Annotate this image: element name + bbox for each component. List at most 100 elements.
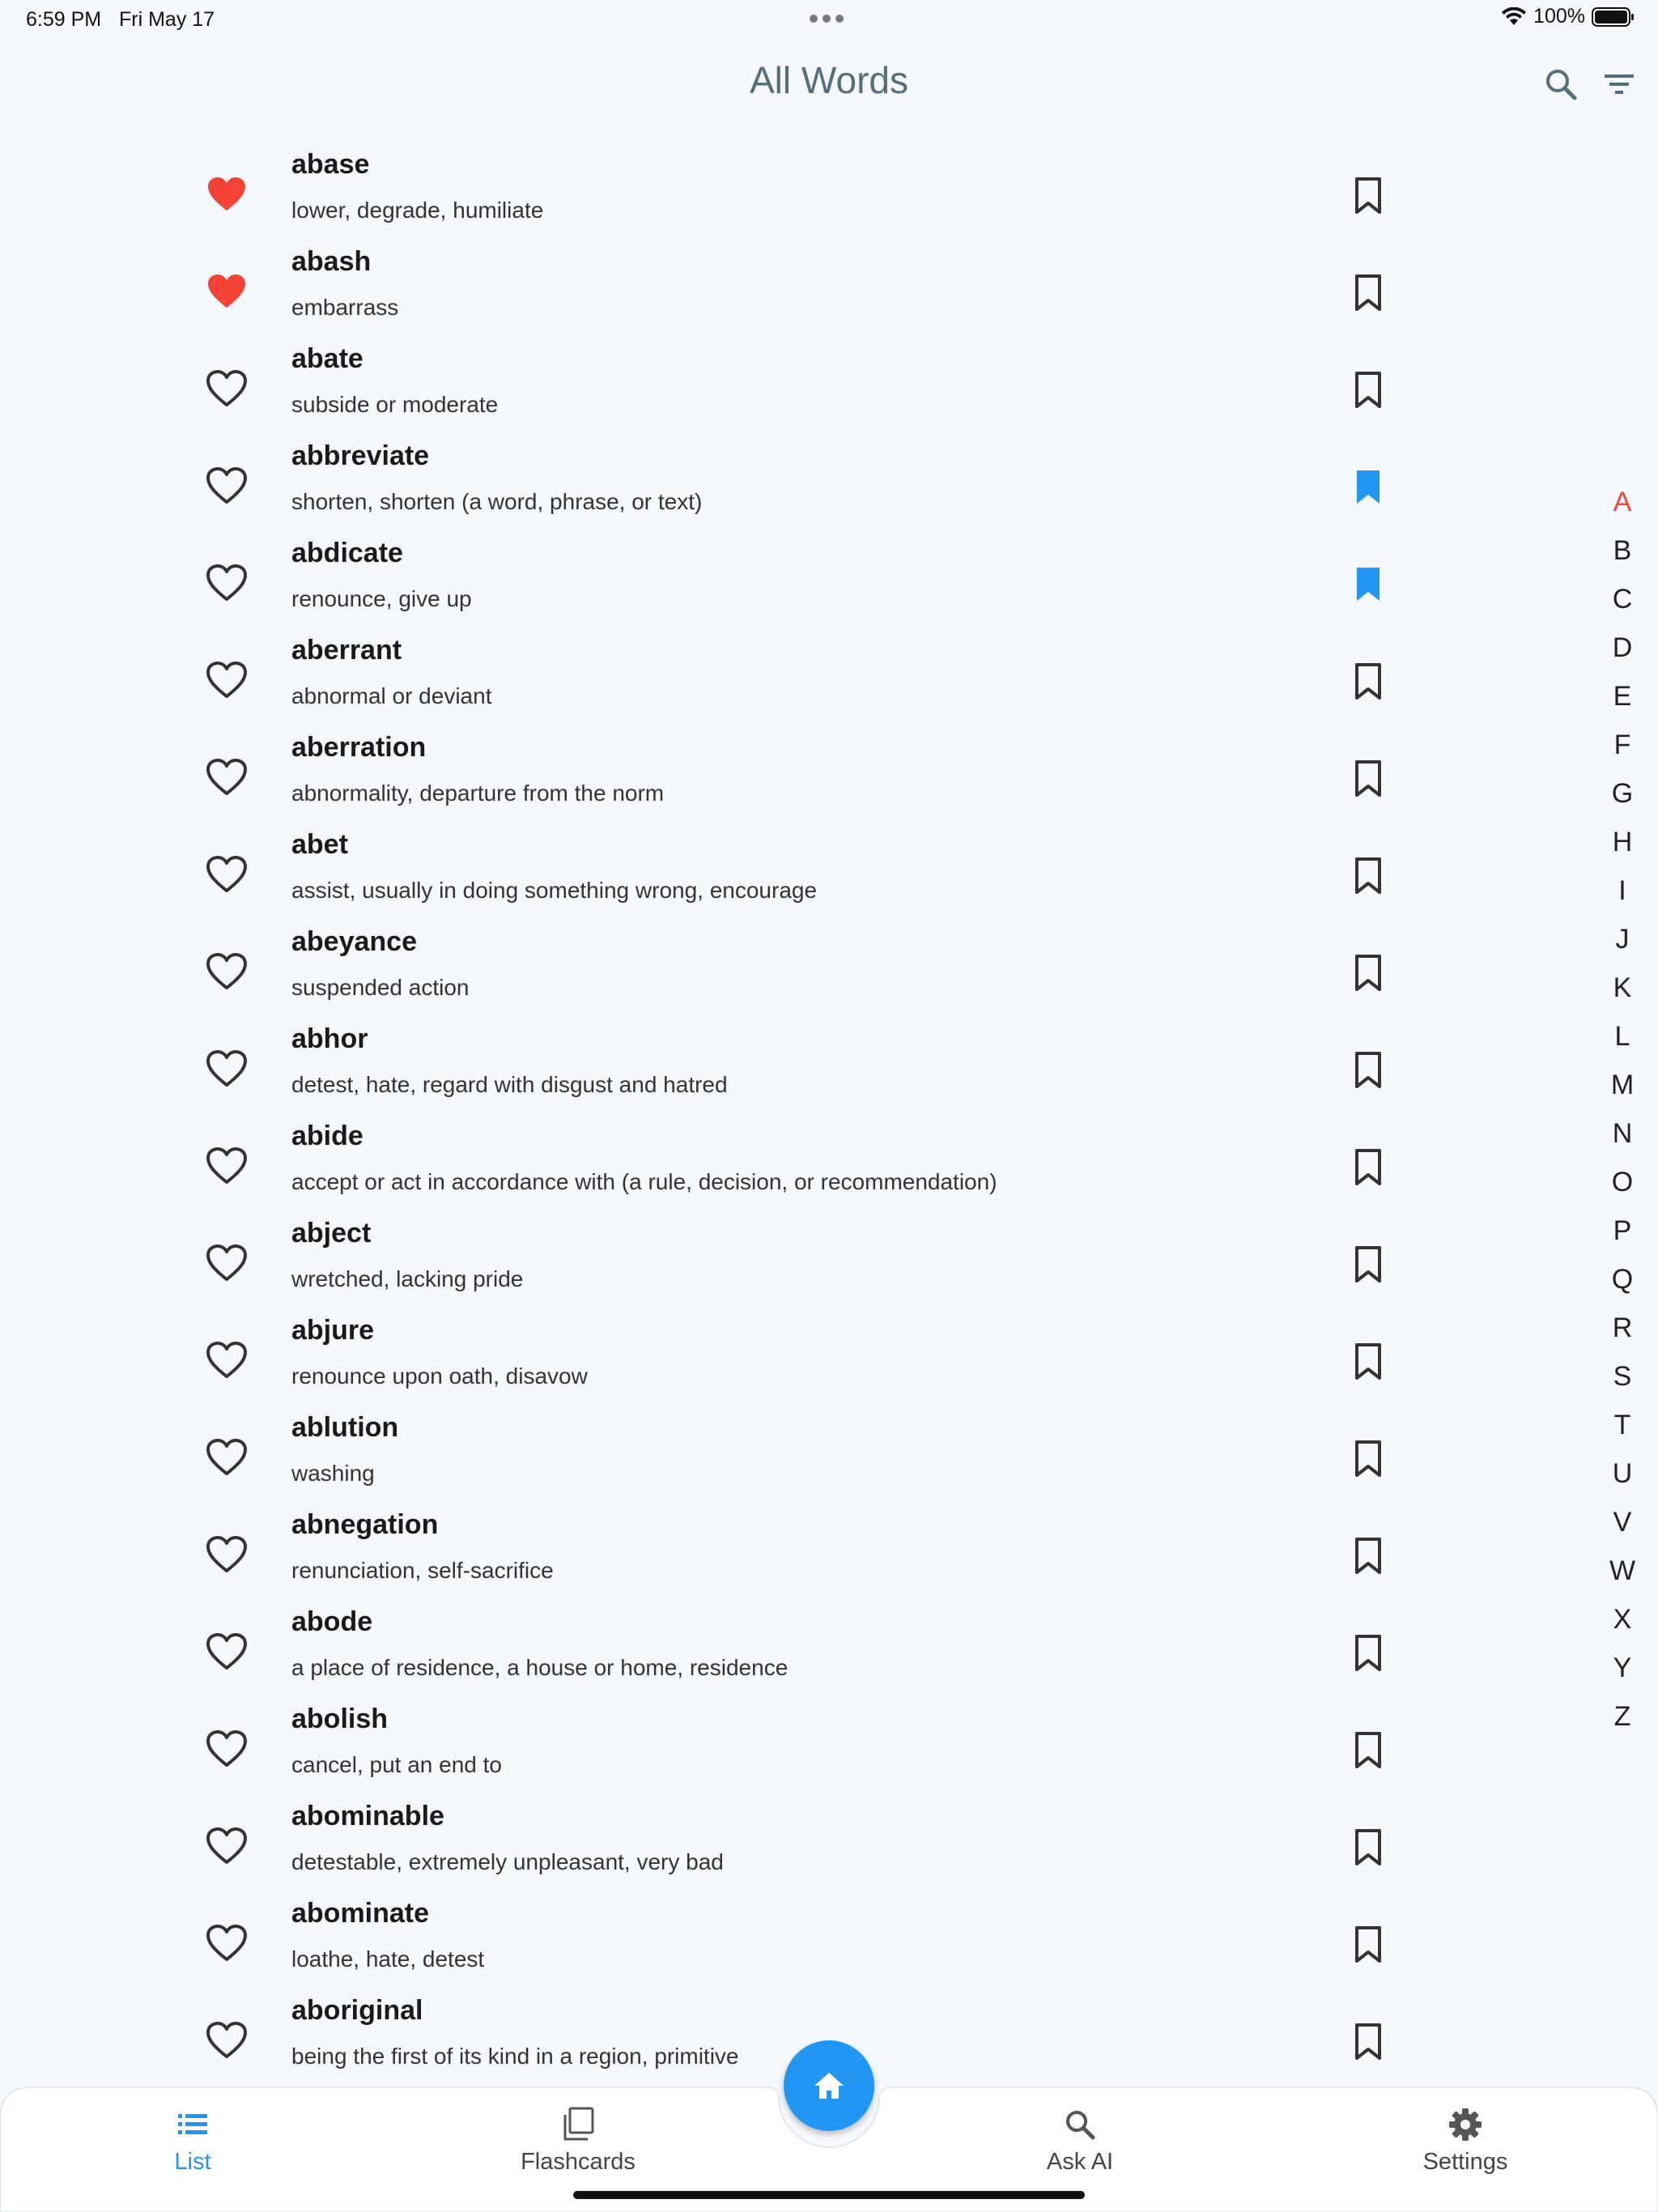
heart-icon[interactable]	[206, 1049, 248, 1088]
list-item[interactable]: abnegation renunciation, self-sacrifice	[0, 1506, 1658, 1603]
word-title: abject	[291, 1218, 372, 1249]
alphabet-letter-y[interactable]: Y	[1603, 1648, 1642, 1697]
bookmark-icon[interactable]	[1352, 1925, 1384, 1964]
bookmark-icon[interactable]	[1352, 1634, 1384, 1673]
bookmark-icon[interactable]	[1352, 1731, 1384, 1770]
alphabet-letter-i[interactable]: I	[1603, 871, 1642, 920]
list-item[interactable]: abeyance suspended action	[0, 923, 1658, 1020]
bookmark-icon[interactable]	[1352, 2023, 1384, 2061]
bookmark-icon[interactable]	[1352, 371, 1384, 410]
alphabet-letter-j[interactable]: J	[1603, 920, 1642, 968]
word-definition: renunciation, self-sacrifice	[291, 1558, 554, 1583]
bookmark-icon[interactable]	[1352, 662, 1384, 701]
heart-icon[interactable]	[206, 1827, 248, 1865]
list-item[interactable]: abet assist, usually in doing something …	[0, 826, 1658, 923]
alphabet-letter-a[interactable]: A	[1603, 483, 1642, 531]
filter-icon[interactable]	[1600, 65, 1639, 104]
word-definition: a place of residence, a house or home, r…	[291, 1655, 789, 1680]
bookmark-icon[interactable]	[1352, 1051, 1384, 1090]
alphabet-letter-m[interactable]: M	[1603, 1066, 1642, 1114]
heart-icon[interactable]	[206, 564, 248, 602]
nav-flashcards[interactable]: Flashcards	[497, 2105, 659, 2176]
alphabet-letter-x[interactable]: X	[1603, 1600, 1642, 1648]
bookmark-icon[interactable]	[1352, 1440, 1384, 1478]
alphabet-letter-k[interactable]: K	[1603, 968, 1642, 1017]
alphabet-letter-b[interactable]: B	[1603, 531, 1642, 580]
bookmark-icon[interactable]	[1352, 1537, 1384, 1576]
alphabet-letter-h[interactable]: H	[1603, 823, 1642, 871]
word-title: abode	[291, 1606, 373, 1637]
list-item[interactable]: abash embarrass	[0, 243, 1658, 340]
alphabet-letter-d[interactable]: D	[1603, 628, 1642, 677]
heart-icon[interactable]	[206, 1729, 248, 1768]
heart-icon[interactable]	[206, 1632, 248, 1671]
search-icon[interactable]	[1541, 65, 1580, 104]
alphabet-letter-s[interactable]: S	[1603, 1357, 1642, 1406]
alphabet-letter-g[interactable]: G	[1603, 774, 1642, 823]
nav-settings[interactable]: Settings	[1384, 2105, 1546, 2176]
bookmark-icon[interactable]	[1352, 565, 1384, 604]
list-item[interactable]: abjure renounce upon oath, disavow	[0, 1312, 1658, 1409]
home-button[interactable]	[784, 2040, 874, 2131]
list-item[interactable]: abominate loathe, hate, detest	[0, 1895, 1658, 1992]
bookmark-icon[interactable]	[1352, 1828, 1384, 1867]
list-item[interactable]: abate subside or moderate	[0, 340, 1658, 437]
heart-icon[interactable]	[206, 758, 248, 797]
bookmark-icon[interactable]	[1352, 954, 1384, 993]
alphabet-index[interactable]: ABCDEFGHIJKLMNOPQRSTUVWXYZ	[1603, 483, 1642, 1746]
alphabet-letter-f[interactable]: F	[1603, 725, 1642, 774]
alphabet-letter-w[interactable]: W	[1603, 1551, 1642, 1600]
alphabet-letter-r[interactable]: R	[1603, 1308, 1642, 1357]
nav-list[interactable]: List	[112, 2105, 274, 2176]
heart-icon[interactable]	[206, 272, 248, 311]
list-item[interactable]: abase lower, degrade, humiliate	[0, 146, 1658, 243]
alphabet-letter-l[interactable]: L	[1603, 1017, 1642, 1066]
heart-icon[interactable]	[206, 1244, 248, 1283]
heart-icon[interactable]	[206, 466, 248, 505]
heart-icon[interactable]	[206, 1341, 248, 1380]
heart-icon[interactable]	[206, 1146, 248, 1185]
alphabet-letter-v[interactable]: V	[1603, 1503, 1642, 1551]
bookmark-icon[interactable]	[1352, 468, 1384, 507]
alphabet-letter-c[interactable]: C	[1603, 580, 1642, 628]
list-item[interactable]: abhor detest, hate, regard with disgust …	[0, 1020, 1658, 1117]
alphabet-letter-t[interactable]: T	[1603, 1406, 1642, 1454]
word-definition: subside or moderate	[291, 392, 499, 417]
bookmark-icon[interactable]	[1352, 177, 1384, 215]
heart-icon[interactable]	[206, 369, 248, 408]
bookmark-icon[interactable]	[1352, 1148, 1384, 1187]
heart-icon[interactable]	[206, 175, 248, 214]
alphabet-letter-q[interactable]: Q	[1603, 1260, 1642, 1308]
list-item[interactable]: abbreviate shorten, shorten (a word, phr…	[0, 437, 1658, 534]
nav-label: Flashcards	[521, 2149, 636, 2175]
list-item[interactable]: abominable detestable, extremely unpleas…	[0, 1797, 1658, 1895]
heart-icon[interactable]	[206, 2021, 248, 2060]
alphabet-letter-n[interactable]: N	[1603, 1114, 1642, 1163]
alphabet-letter-u[interactable]: U	[1603, 1454, 1642, 1503]
bookmark-icon[interactable]	[1352, 274, 1384, 313]
list-item[interactable]: abode a place of residence, a house or h…	[0, 1603, 1658, 1700]
list-item[interactable]: abdicate renounce, give up	[0, 534, 1658, 632]
list-item[interactable]: aberrant abnormal or deviant	[0, 632, 1658, 729]
bookmark-icon[interactable]	[1352, 759, 1384, 798]
alphabet-letter-z[interactable]: Z	[1603, 1697, 1642, 1746]
list-item[interactable]: abolish cancel, put an end to	[0, 1700, 1658, 1797]
bookmark-icon[interactable]	[1352, 1342, 1384, 1381]
heart-icon[interactable]	[206, 661, 248, 700]
list-item[interactable]: abide accept or act in accordance with (…	[0, 1117, 1658, 1214]
bookmark-icon[interactable]	[1352, 1245, 1384, 1284]
heart-icon[interactable]	[206, 1535, 248, 1574]
bookmark-icon[interactable]	[1352, 857, 1384, 895]
multitasking-dots-icon[interactable]	[810, 15, 844, 23]
alphabet-letter-p[interactable]: P	[1603, 1211, 1642, 1260]
heart-icon[interactable]	[206, 952, 248, 991]
list-item[interactable]: aberration abnormality, departure from t…	[0, 729, 1658, 826]
heart-icon[interactable]	[206, 1924, 248, 1963]
alphabet-letter-e[interactable]: E	[1603, 677, 1642, 725]
heart-icon[interactable]	[206, 1438, 248, 1477]
list-item[interactable]: ablution washing	[0, 1409, 1658, 1506]
alphabet-letter-o[interactable]: O	[1603, 1163, 1642, 1211]
nav-ask-ai[interactable]: Ask AI	[999, 2105, 1161, 2176]
list-item[interactable]: abject wretched, lacking pride	[0, 1214, 1658, 1312]
heart-icon[interactable]	[206, 855, 248, 894]
